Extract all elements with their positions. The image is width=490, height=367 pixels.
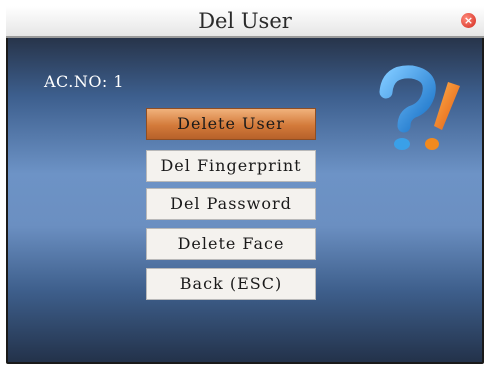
menu-item-4[interactable]: Back (ESC) — [146, 268, 316, 300]
ac-number-label: AC.NO: — [44, 72, 108, 91]
menu-item-1[interactable]: Del Fingerprint — [146, 150, 316, 182]
ac-number-value: 1 — [113, 72, 125, 91]
device-frame: Del User × AC.NO: 1 Delete User Del Fing… — [6, 6, 484, 364]
help-question-icon — [379, 65, 460, 150]
ac-number: AC.NO: 1 — [44, 72, 124, 91]
menu-item-0[interactable]: Delete User — [146, 108, 316, 140]
title-bar: Del User × — [6, 6, 484, 38]
window-title: Del User — [198, 9, 292, 33]
menu-item-2[interactable]: Del Password — [146, 188, 316, 220]
close-icon[interactable]: × — [461, 13, 476, 28]
menu-item-3[interactable]: Delete Face — [146, 228, 316, 260]
screen-panel: AC.NO: 1 Delete User Del Fingerprint Del P… — [8, 38, 482, 362]
